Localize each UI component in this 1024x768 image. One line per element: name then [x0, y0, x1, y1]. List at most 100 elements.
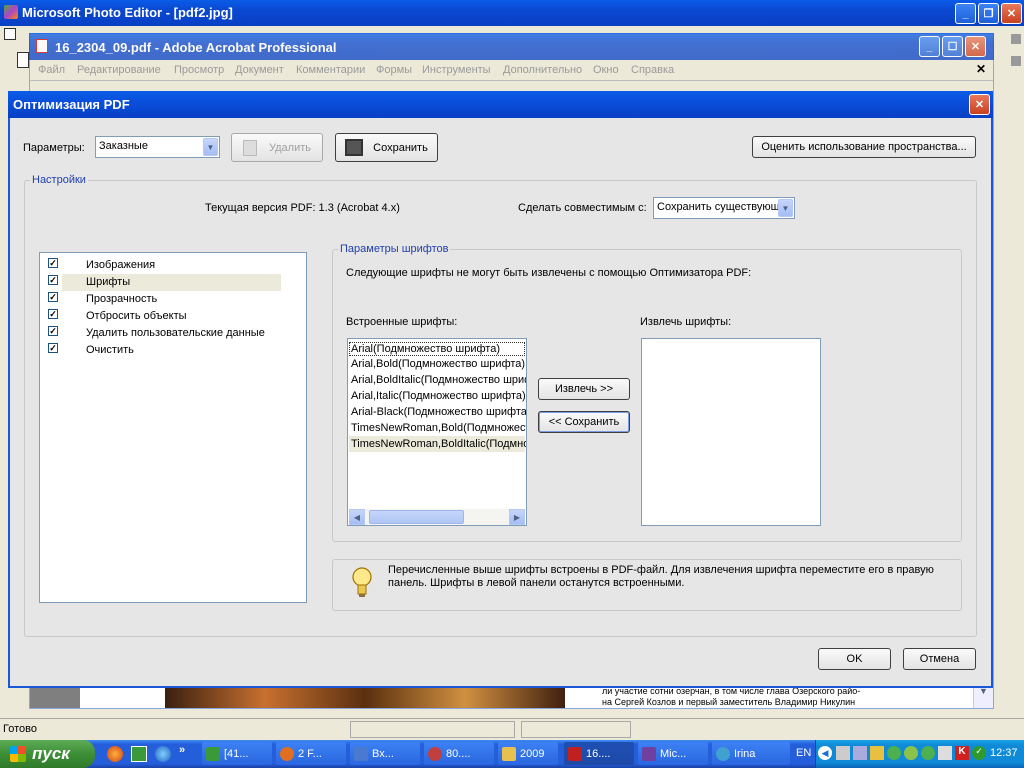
task-label: 80....: [446, 747, 471, 760]
task-item-4[interactable]: 2009: [498, 742, 558, 765]
check-icon[interactable]: ✓: [972, 746, 986, 760]
language-indicator[interactable]: EN: [796, 747, 811, 759]
lightbulb-icon: [352, 567, 372, 597]
task-item-6[interactable]: Mic...: [638, 742, 708, 765]
compat-dropdown[interactable]: Сохранить существующие ▼: [653, 197, 795, 219]
globe-icon[interactable]: [155, 746, 171, 762]
scroll-thumb[interactable]: [369, 510, 464, 524]
clean-up-checkbox[interactable]: ✓: [48, 343, 58, 353]
menu-advanced[interactable]: Дополнительно: [503, 64, 582, 76]
list-item-transparency[interactable]: ✓ Прозрачность: [40, 291, 306, 308]
font-item[interactable]: TimesNewRoman,BoldItalic(Подмножество шр…: [351, 438, 526, 450]
tip-text: Перечисленные выше шрифты встроены в PDF…: [388, 564, 934, 589]
scroll-right-icon[interactable]: ▶: [509, 509, 525, 525]
status-icon[interactable]: [921, 746, 935, 760]
acrobat-minimize-button[interactable]: _: [919, 36, 940, 57]
acrobat-close-button[interactable]: ✕: [965, 36, 986, 57]
discard-objects-label: Отбросить объекты: [86, 310, 187, 322]
new-file-icon[interactable]: [17, 52, 29, 68]
delete-button[interactable]: Удалить: [231, 133, 323, 162]
speaker-icon[interactable]: [853, 746, 867, 760]
toolbar-icon[interactable]: [1011, 34, 1021, 44]
kaspersky-icon[interactable]: K: [955, 746, 969, 760]
restore-button[interactable]: ❐: [978, 3, 999, 24]
dialog-close-button[interactable]: ✕: [969, 94, 990, 115]
font-item[interactable]: TimesNewRoman,Bold(Подмножество шрифта): [351, 422, 526, 434]
toolbar-icon[interactable]: [1011, 56, 1021, 66]
tray-expand-icon[interactable]: ◀: [818, 746, 832, 760]
trash-icon: [243, 139, 257, 156]
dialog-titlebar[interactable]: Оптимизация PDF ✕: [8, 91, 993, 118]
font-item[interactable]: Arial-Black(Подмножество шрифта): [351, 406, 526, 418]
acrobat-titlebar[interactable]: 16_2304_09.pdf - Adobe Acrobat Professio…: [29, 33, 994, 60]
ok-button[interactable]: OK: [818, 648, 891, 670]
cancel-button[interactable]: Отмена: [903, 648, 976, 670]
menu-window[interactable]: Окно: [593, 64, 619, 76]
font-item[interactable]: Arial,Bold(Подмножество шрифта): [351, 358, 525, 370]
fonts-label: Шрифты: [86, 276, 131, 288]
task-item-1[interactable]: 2 F...: [276, 742, 346, 765]
font-item[interactable]: Arial,BoldItalic(Подмножество шрифта): [351, 374, 526, 386]
menu-edit[interactable]: Редактирование: [77, 64, 161, 76]
chevron-down-icon[interactable]: ▼: [778, 199, 793, 217]
chevron-down-icon[interactable]: ▼: [203, 138, 218, 156]
extract-fonts-list[interactable]: [641, 338, 821, 526]
photo-editor-titlebar[interactable]: Microsoft Photo Editor - [pdf2.jpg] _ ❐ …: [0, 0, 1024, 26]
scroll-left-icon[interactable]: ◀: [349, 509, 365, 525]
task-item-0[interactable]: [41...: [202, 742, 272, 765]
task-item-5[interactable]: 16....: [564, 742, 634, 765]
status-icon[interactable]: [904, 746, 918, 760]
close-icon: ✕: [970, 41, 981, 53]
discard-user-data-label: Удалить пользовательские данные: [86, 327, 265, 339]
save-button[interactable]: Сохранить: [335, 133, 438, 162]
embedded-fonts-list[interactable]: Arial(Подмножество шрифта) Arial,Bold(По…: [347, 338, 527, 526]
extract-button[interactable]: Извлечь >>: [538, 378, 630, 400]
close-button[interactable]: ✕: [1001, 3, 1022, 24]
fonts-checkbox[interactable]: ✓: [48, 275, 58, 285]
list-item-discard-user-data[interactable]: ✓ Удалить пользовательские данные: [40, 325, 306, 342]
menu-file[interactable]: Файл: [38, 64, 65, 76]
current-version-text: Текущая версия PDF: 1.3 (Acrobat 4.x): [205, 202, 400, 214]
app-icon[interactable]: [131, 746, 147, 762]
discard-user-data-checkbox[interactable]: ✓: [48, 326, 58, 336]
menu-document[interactable]: Документ: [235, 64, 284, 76]
list-item-fonts[interactable]: ✓ Шрифты: [40, 274, 306, 291]
font-item[interactable]: Arial(Подмножество шрифта): [349, 342, 525, 356]
antivirus-icon[interactable]: [870, 746, 884, 760]
minimize-button[interactable]: _: [955, 3, 976, 24]
task-item-3[interactable]: 80....: [424, 742, 494, 765]
doc-icon[interactable]: [4, 28, 16, 40]
doc-close-icon[interactable]: ✕: [976, 62, 986, 76]
menu-view[interactable]: Просмотр: [174, 64, 224, 76]
network-icon[interactable]: [836, 746, 850, 760]
menu-tools[interactable]: Инструменты: [422, 64, 491, 76]
horizontal-scrollbar[interactable]: ◀ ▶: [349, 509, 525, 525]
firefox-icon[interactable]: [107, 746, 123, 762]
acrobat-maximize-button[interactable]: ☐: [942, 36, 963, 57]
font-item[interactable]: Arial,Italic(Подмножество шрифта): [351, 390, 526, 402]
vertical-scrollbar[interactable]: ▼: [973, 686, 993, 708]
images-checkbox[interactable]: ✓: [48, 258, 58, 268]
list-item-discard-objects[interactable]: ✓ Отбросить объекты: [40, 308, 306, 325]
menu-help[interactable]: Справка: [631, 64, 674, 76]
params-dropdown[interactable]: Заказные ▼: [95, 136, 220, 158]
list-item-images[interactable]: ✓ Изображения: [40, 257, 306, 274]
minimize-icon: _: [962, 7, 969, 20]
estimate-space-button[interactable]: Оценить использование пространства...: [752, 136, 976, 158]
status-icon[interactable]: [887, 746, 901, 760]
start-button[interactable]: пуск: [0, 740, 95, 768]
menu-comments[interactable]: Комментарии: [296, 64, 365, 76]
keep-button[interactable]: << Сохранить: [538, 411, 630, 433]
transparency-checkbox[interactable]: ✓: [48, 292, 58, 302]
pen-icon[interactable]: [938, 746, 952, 760]
clean-up-label: Очистить: [86, 344, 134, 356]
task-item-7[interactable]: Irina: [712, 742, 790, 765]
params-value: Заказные: [99, 140, 148, 152]
menu-forms[interactable]: Формы: [376, 64, 412, 76]
list-item-clean-up[interactable]: ✓ Очистить: [40, 342, 306, 359]
clock[interactable]: 12:37: [990, 747, 1018, 759]
task-item-2[interactable]: Вх...: [350, 742, 420, 765]
discard-objects-checkbox[interactable]: ✓: [48, 309, 58, 319]
chevron-icon[interactable]: »: [179, 744, 185, 756]
photo-editor-title: Microsoft Photo Editor - [pdf2.jpg]: [22, 5, 233, 20]
